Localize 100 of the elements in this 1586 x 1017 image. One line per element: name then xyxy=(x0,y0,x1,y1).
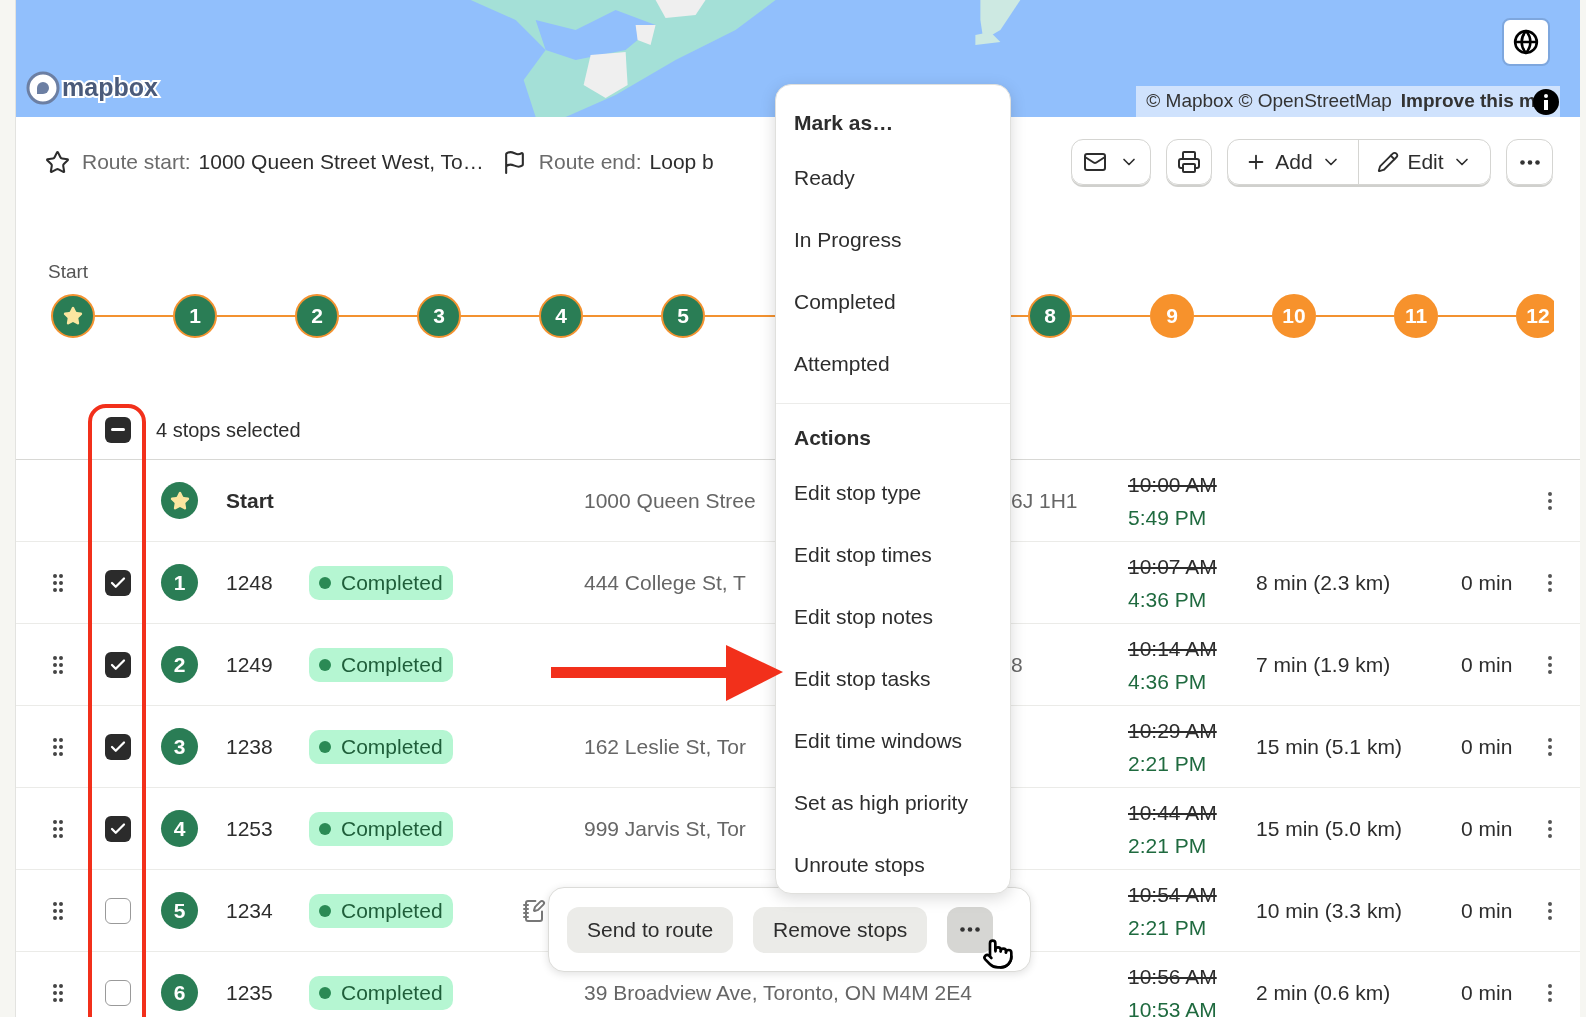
planned-time: 10:07 AM xyxy=(1128,553,1218,580)
planned-time: 10:00 AM xyxy=(1128,471,1218,498)
star-icon xyxy=(169,490,190,511)
status-badge: Completed xyxy=(309,811,453,846)
actual-time: 2:21 PM xyxy=(1128,750,1208,777)
edit-button[interactable]: Edit xyxy=(1359,140,1490,184)
stop-id: 1234 xyxy=(226,898,273,922)
drive-duration: 15 min (5.0 km) xyxy=(1256,816,1402,840)
route-end-label: Route end: xyxy=(538,149,642,176)
stop-marker[interactable]: 5 xyxy=(661,294,705,338)
drive-duration: 10 min (3.3 km) xyxy=(1256,898,1402,922)
actual-time: 4:36 PM xyxy=(1128,586,1208,613)
menu-item[interactable]: Edit time windows xyxy=(776,710,1010,772)
menu-item[interactable]: Completed xyxy=(776,271,1010,333)
stop-address: 444 College St, T xyxy=(584,570,746,594)
status-badge: Completed xyxy=(309,893,453,928)
wait-duration: 0 min xyxy=(1461,734,1513,758)
start-marker[interactable] xyxy=(51,294,95,338)
row-checkbox[interactable] xyxy=(105,897,131,924)
timeline-start-label: Start xyxy=(48,260,90,284)
drive-duration: 7 min (1.9 km) xyxy=(1256,652,1391,676)
stop-address: 8 xyxy=(1011,652,1023,676)
row-checkbox[interactable] xyxy=(105,651,131,678)
email-dropdown-button[interactable] xyxy=(1071,139,1151,185)
more-actions-button[interactable] xyxy=(947,906,994,953)
stop-number-marker: 2 xyxy=(161,646,198,683)
planned-time: 10:29 AM xyxy=(1128,717,1218,744)
route-end-value: Loop b xyxy=(649,149,714,176)
wait-duration: 0 min xyxy=(1461,816,1513,840)
mail-icon xyxy=(1083,150,1107,174)
more-icon xyxy=(960,927,981,932)
stop-number-marker: 3 xyxy=(161,728,198,765)
wait-duration: 0 min xyxy=(1461,570,1513,594)
menu-item[interactable]: In Progress xyxy=(776,209,1010,271)
stop-marker[interactable]: 3 xyxy=(417,294,461,338)
add-button[interactable]: Add xyxy=(1228,140,1359,184)
menu-item[interactable]: Ready xyxy=(776,147,1010,209)
note-icon[interactable] xyxy=(522,898,546,923)
menu-item[interactable]: Set as high priority xyxy=(776,772,1010,834)
menu-item[interactable]: Unroute stops xyxy=(776,834,1010,896)
star-icon xyxy=(63,306,83,326)
status-badge: Completed xyxy=(309,647,453,682)
bulk-action-button[interactable]: Remove stops xyxy=(753,906,928,953)
more-button[interactable] xyxy=(1506,139,1553,185)
row-checkbox[interactable] xyxy=(105,815,131,842)
stop-address: 162 Leslie St, Tor xyxy=(584,734,746,758)
row-checkbox[interactable] xyxy=(105,733,131,760)
route-start-label: Route start: xyxy=(82,149,191,176)
stop-marker[interactable]: 4 xyxy=(539,294,583,338)
info-icon[interactable] xyxy=(1532,87,1560,116)
menu-section-title: Actions xyxy=(794,425,871,452)
stop-number-marker: 4 xyxy=(161,810,198,847)
planned-time: 10:56 AM xyxy=(1128,963,1218,990)
planned-time: 10:54 AM xyxy=(1128,881,1218,908)
row-checkbox[interactable] xyxy=(105,979,131,1006)
stop-marker[interactable]: 1 xyxy=(173,294,217,338)
print-button[interactable] xyxy=(1166,139,1212,185)
wait-duration: 0 min xyxy=(1461,980,1513,1004)
stop-number-marker: 6 xyxy=(161,974,198,1011)
globe-icon xyxy=(1513,29,1539,55)
actual-time: 2:21 PM xyxy=(1128,914,1208,941)
status-badge: Completed xyxy=(309,565,453,600)
menu-item[interactable]: Edit stop tasks xyxy=(776,648,1010,710)
row-checkbox[interactable] xyxy=(105,569,131,596)
wait-duration: 0 min xyxy=(1461,652,1513,676)
printer-icon xyxy=(1177,150,1201,174)
menu-item[interactable]: Edit stop notes xyxy=(776,586,1010,648)
stop-address: 999 Jarvis St, Tor xyxy=(584,816,746,840)
planned-time: 10:14 AM xyxy=(1128,635,1218,662)
stop-id: 1238 xyxy=(226,734,273,758)
menu-section-title: Mark as… xyxy=(794,110,894,137)
drive-duration: 2 min (0.6 km) xyxy=(1256,980,1391,1004)
minus-icon xyxy=(111,428,125,431)
actual-time: 4:36 PM xyxy=(1128,668,1208,695)
stop-number-marker: 1 xyxy=(161,564,198,601)
stop-id: 1249 xyxy=(226,652,273,676)
logo-icon xyxy=(26,70,60,105)
menu-item[interactable]: Edit stop type xyxy=(776,462,1010,524)
stop-address: 6J 1H1 xyxy=(1011,488,1078,512)
actual-time: 2:21 PM xyxy=(1128,832,1208,859)
route-start-value: 1000 Queen Street West, To… xyxy=(198,149,484,176)
drive-duration: 15 min (5.1 km) xyxy=(1256,734,1402,758)
star-icon xyxy=(45,149,70,175)
stop-id: 1235 xyxy=(226,980,273,1004)
globe-button[interactable] xyxy=(1502,18,1550,66)
status-badge: Completed xyxy=(309,729,453,764)
wait-duration: 0 min xyxy=(1461,898,1513,922)
stop-address: 1000 Queen Stree xyxy=(584,488,756,512)
select-all-checkbox[interactable] xyxy=(105,416,131,443)
stop-marker[interactable]: 8 xyxy=(1028,294,1072,338)
stop-id: 1248 xyxy=(226,570,273,594)
stop-marker[interactable]: 2 xyxy=(295,294,339,338)
menu-item[interactable]: Edit stop times xyxy=(776,524,1010,586)
pencil-icon xyxy=(1377,151,1400,173)
bulk-action-button[interactable]: Send to route xyxy=(567,906,734,953)
menu-item[interactable]: Attempted xyxy=(776,333,1010,395)
mapbox-logo[interactable]: mapbox xyxy=(26,69,158,107)
stop-number-marker: 5 xyxy=(161,892,198,929)
selection-count: 4 stops selected xyxy=(156,417,301,443)
actual-time: 5:49 PM xyxy=(1128,504,1208,531)
